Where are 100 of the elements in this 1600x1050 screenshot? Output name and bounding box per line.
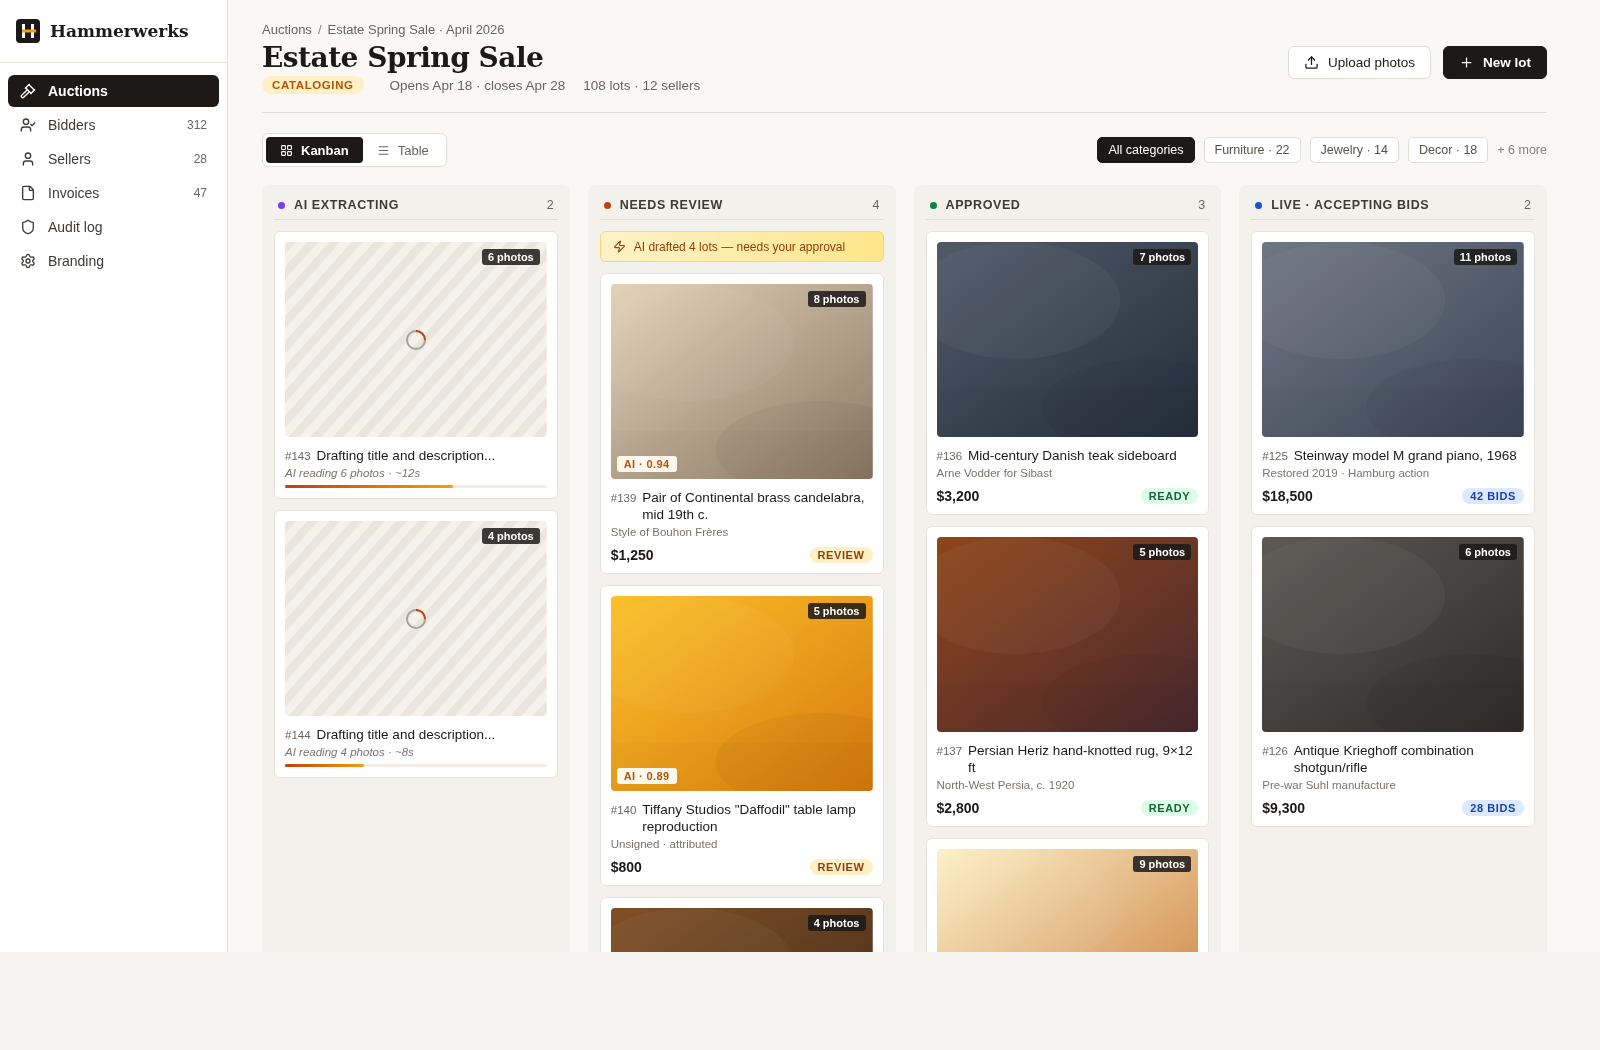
lot-subtitle: Unsigned · attributed bbox=[610, 838, 719, 850]
lot-card[interactable]: 6 photos #126 Antique Krieghoff combination shotgun/rifle Pre-war Suhl manufacture $9,300 28 BIDS bbox=[1251, 526, 1535, 827]
spinner-icon bbox=[404, 328, 427, 351]
nav-item[interactable]: Invoices 47 bbox=[8, 177, 219, 209]
lightning-icon bbox=[612, 240, 626, 253]
photo-count: 6 photos bbox=[1459, 544, 1517, 560]
filter-chip[interactable]: Decor · 18 bbox=[1407, 137, 1489, 163]
lot-number: #143 bbox=[285, 450, 311, 462]
ai-notice: AI drafted 4 lots — needs your approval bbox=[599, 231, 884, 262]
sale-stats: 108 lots · 12 sellers bbox=[583, 77, 701, 93]
sale-dates: Opens Apr 18 · closes Apr 28 bbox=[389, 77, 566, 93]
column-count: 3 bbox=[1198, 198, 1206, 212]
lot-number: #139 bbox=[610, 492, 637, 504]
lot-subtitle: Arne Vodder for Sibast bbox=[936, 467, 1054, 479]
view-tab[interactable]: Table bbox=[362, 137, 443, 163]
breadcrumb-link[interactable]: Estate Spring Sale · April 2026 bbox=[327, 22, 505, 37]
status-badge: REVIEW bbox=[809, 547, 873, 563]
column-count: 2 bbox=[1524, 198, 1531, 212]
column-title: NEEDS REVIEW bbox=[619, 198, 724, 212]
nav-icon bbox=[20, 253, 36, 269]
photo-count: 11 photos bbox=[1453, 249, 1517, 265]
page-title: Estate Spring Sale bbox=[262, 41, 545, 74]
lot-card[interactable]: 8 photos AI · 0.94 #139 Pair of Continental brass candelabra, mid 19th c. Style of Bouhon Frères $1,250 REVIEW bbox=[599, 273, 884, 574]
photo-count: 4 photos bbox=[807, 915, 866, 931]
nav-icon bbox=[20, 117, 36, 133]
lot-price: $9,300 bbox=[1262, 800, 1306, 816]
lot-price: $3,200 bbox=[936, 488, 980, 504]
nav-icon bbox=[20, 83, 36, 99]
status-badge: 28 BIDS bbox=[1462, 800, 1524, 816]
lot-card[interactable]: 6 photos #143 Drafting title and description... AI reading 6 photos · ~12s bbox=[274, 231, 558, 499]
nav-icon bbox=[20, 185, 36, 201]
lot-subtitle: Pre-war Suhl manufacture bbox=[1262, 779, 1397, 791]
photo-count: 8 photos bbox=[807, 291, 866, 307]
lot-title: Drafting title and description... bbox=[316, 726, 496, 743]
photo-count: 6 photos bbox=[481, 249, 540, 265]
lot-title: Antique Krieghoff combination shotgun/rifle bbox=[1293, 742, 1475, 776]
nav-item[interactable]: Sellers 28 bbox=[8, 143, 219, 175]
ai-confidence: AI · 0.89 bbox=[616, 768, 677, 784]
logo-icon bbox=[16, 19, 40, 43]
photo-count: 4 photos bbox=[481, 528, 540, 544]
lot-card[interactable]: 11 photos #125 Steinway model M grand piano, 1968 Restored 2019 · Hamburg action $18,500 42 BIDS bbox=[1251, 231, 1535, 515]
filter-chip[interactable]: All categories bbox=[1097, 137, 1195, 163]
status-badge: READY bbox=[1140, 488, 1199, 504]
lot-subtitle: Style of Bouhon Frères bbox=[610, 526, 730, 538]
spinner-icon bbox=[404, 607, 427, 630]
new-lot-button[interactable]: New lot bbox=[1443, 46, 1547, 79]
status-badge: REVIEW bbox=[809, 859, 873, 875]
lot-number: #125 bbox=[1262, 450, 1288, 462]
status-badge: CATALOGING bbox=[262, 76, 364, 94]
lot-title: Pair of Continental brass candelabra, mid 19th c. bbox=[642, 489, 866, 523]
lot-card[interactable]: 4 photos bbox=[599, 897, 884, 952]
breadcrumb-link[interactable]: Auctions bbox=[262, 22, 312, 37]
breadcrumb-separator: / bbox=[317, 22, 322, 37]
filter-chip[interactable]: Jewelry · 14 bbox=[1309, 137, 1399, 163]
lot-title: Steinway model M grand piano, 1968 bbox=[1293, 447, 1517, 464]
lot-price: $1,250 bbox=[610, 547, 654, 563]
lot-price: $18,500 bbox=[1262, 488, 1313, 504]
lot-card[interactable]: 9 photos bbox=[925, 838, 1210, 952]
list-icon bbox=[376, 143, 390, 157]
lot-number: #140 bbox=[610, 804, 637, 816]
nav-icon bbox=[20, 219, 36, 235]
lot-number: #144 bbox=[285, 729, 311, 741]
column-count: 2 bbox=[546, 198, 554, 212]
lot-subtitle: Restored 2019 · Hamburg action bbox=[1262, 467, 1431, 479]
column-count: 4 bbox=[872, 198, 880, 212]
photo-count: 5 photos bbox=[807, 603, 866, 619]
lot-card[interactable]: 5 photos #137 Persian Heriz hand-knotted rug, 9×12 ft North-West Persia, c. 1920 $2,800 READY bbox=[925, 526, 1210, 827]
plus-icon bbox=[1459, 55, 1474, 70]
lot-card[interactable]: 4 photos #144 Drafting title and description... AI reading 4 photos · ~8s bbox=[274, 510, 558, 778]
nav-icon bbox=[20, 151, 36, 167]
lot-number: #136 bbox=[936, 450, 963, 462]
lot-title: Mid-century Danish teak sideboard bbox=[968, 447, 1177, 464]
lot-card[interactable]: 7 photos #136 Mid-century Danish teak sideboard Arne Vodder for Sibast $3,200 READY bbox=[925, 231, 1210, 515]
extraction-note: AI reading 4 photos · ~8s bbox=[285, 746, 415, 758]
column-title: LIVE · ACCEPTING BIDS bbox=[1271, 198, 1431, 212]
nav-item[interactable]: Branding bbox=[8, 245, 219, 277]
column-title: APPROVED bbox=[945, 198, 1022, 212]
nav-item[interactable]: Audit log bbox=[8, 211, 219, 243]
lot-number: #126 bbox=[1262, 745, 1288, 757]
photo-count: 7 photos bbox=[1133, 249, 1192, 265]
grid-icon bbox=[280, 143, 293, 157]
lot-title: Drafting title and description... bbox=[316, 447, 496, 464]
status-badge: 42 BIDS bbox=[1462, 488, 1524, 504]
more-filters-link[interactable]: + 6 more bbox=[1497, 143, 1547, 157]
lot-number: #137 bbox=[936, 745, 963, 757]
filter-chip[interactable]: Furniture · 22 bbox=[1203, 137, 1301, 163]
lot-price: $800 bbox=[610, 859, 642, 875]
lot-subtitle: North-West Persia, c. 1920 bbox=[936, 779, 1076, 791]
lot-price: $2,800 bbox=[936, 800, 980, 816]
brand-name: Hammerwerks bbox=[50, 21, 189, 41]
lot-title: Tiffany Studios "Daffodil" table lamp reproduction bbox=[642, 801, 857, 835]
nav-item[interactable]: Bidders 312 bbox=[8, 109, 219, 141]
lot-card[interactable]: 5 photos AI · 0.89 #140 Tiffany Studios "Daffodil" table lamp reproduction Unsigned · attributed $800 REVIEW bbox=[599, 585, 884, 886]
photo-count: 5 photos bbox=[1133, 544, 1192, 560]
column-title: AI EXTRACTING bbox=[294, 198, 401, 212]
lot-title: Persian Heriz hand-knotted rug, 9×12 ft bbox=[968, 742, 1194, 776]
view-tab[interactable]: Kanban bbox=[266, 137, 363, 163]
nav-item[interactable]: Auctions bbox=[8, 75, 219, 107]
photo-count: 9 photos bbox=[1133, 856, 1192, 872]
upload-button[interactable]: Upload photos bbox=[1287, 46, 1431, 79]
